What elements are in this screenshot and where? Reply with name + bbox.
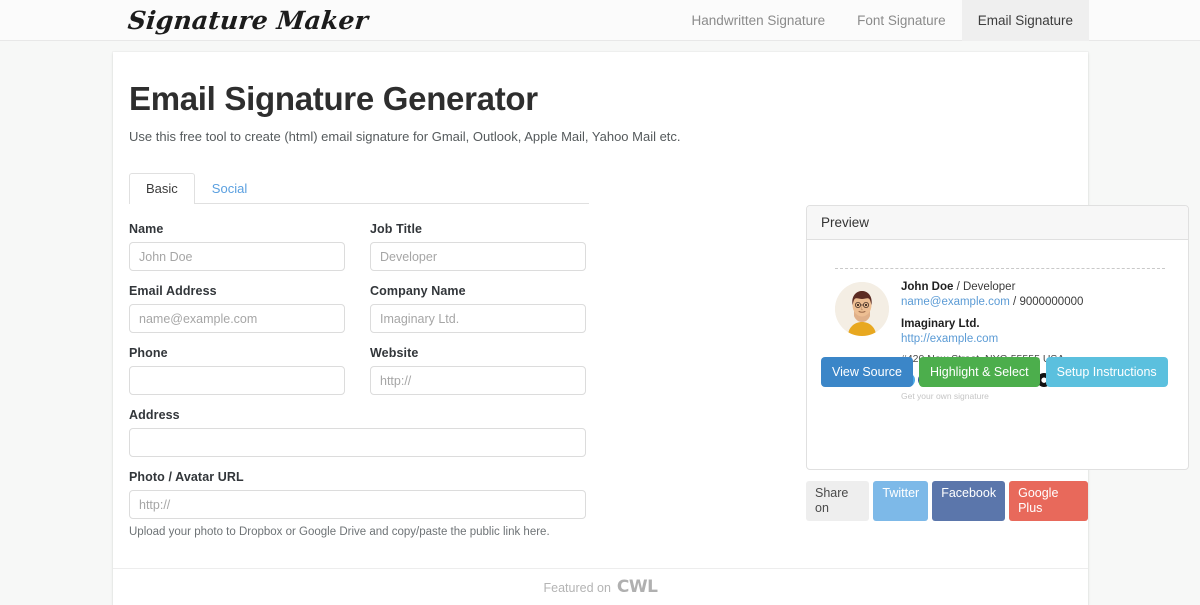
site-logo[interactable]: Signature Maker xyxy=(126,0,370,41)
signature-email-phone: name@example.com / 9000000000 xyxy=(901,295,1083,310)
signature-website-row: http://example.com xyxy=(901,332,1083,347)
signature-company: Imaginary Ltd. xyxy=(901,318,980,330)
label-email: Email Address xyxy=(129,284,217,298)
share-label: Share on xyxy=(806,481,870,521)
avatar xyxy=(835,282,889,336)
signature-name: John Doe xyxy=(901,281,954,293)
signature-job-title: Developer xyxy=(962,281,1016,293)
label-name: Name xyxy=(129,222,164,236)
label-photo-url: Photo / Avatar URL xyxy=(129,470,244,484)
view-source-button[interactable]: View Source xyxy=(821,357,913,387)
label-phone: Phone xyxy=(129,346,168,360)
main-nav: Handwritten Signature Font Signature Ema… xyxy=(676,0,1089,41)
field-job-title: Job Title xyxy=(370,222,586,271)
phone-input[interactable] xyxy=(129,366,345,395)
field-name: Name xyxy=(129,222,345,271)
signature-phone: 9000000000 xyxy=(1019,296,1084,308)
job-title-input[interactable] xyxy=(370,242,586,271)
share-google-plus-button[interactable]: Google Plus xyxy=(1009,481,1088,521)
setup-instructions-button[interactable]: Setup Instructions xyxy=(1045,357,1168,387)
signature-email-link[interactable]: name@example.com xyxy=(901,296,1010,308)
preview-panel-header: Preview xyxy=(807,206,1188,240)
signature-credit-text: Get your own signature xyxy=(901,391,989,401)
nav-item-handwritten-signature[interactable]: Handwritten Signature xyxy=(676,0,842,41)
signature-sep-2: / xyxy=(1009,296,1020,308)
top-navigation-bar: Signature Maker Handwritten Signature Fo… xyxy=(0,0,1200,41)
signature-divider xyxy=(835,268,1165,269)
signature-form: Name Job Title Email Address Company Nam… xyxy=(129,222,599,538)
tab-social[interactable]: Social xyxy=(195,173,264,204)
field-website: Website xyxy=(370,346,586,395)
share-twitter-button[interactable]: Twitter xyxy=(873,481,929,521)
form-row-1: Name Job Title xyxy=(129,222,599,284)
label-company: Company Name xyxy=(370,284,466,298)
field-email: Email Address xyxy=(129,284,345,333)
name-input[interactable] xyxy=(129,242,345,271)
signature-sep-1: / xyxy=(953,281,963,293)
signature-website-link[interactable]: http://example.com xyxy=(901,333,998,345)
preview-action-buttons: View Source Highlight & Select Setup Ins… xyxy=(821,357,1168,387)
cwl-logo: CWL xyxy=(616,577,658,597)
card-footer: Featured on CWL xyxy=(113,568,1088,605)
nav-item-email-signature[interactable]: Email Signature xyxy=(961,0,1089,41)
form-row-2: Email Address Company Name xyxy=(129,284,599,346)
address-input[interactable] xyxy=(129,428,586,457)
preview-panel: Preview John Doe / Developer name@exampl… xyxy=(806,205,1189,470)
label-job-title: Job Title xyxy=(370,222,423,236)
form-tabs: Basic Social xyxy=(129,173,589,204)
main-content-card: Email Signature Generator Use this free … xyxy=(113,52,1189,605)
signature-name-title: John Doe / Developer xyxy=(901,280,1083,295)
photo-url-input[interactable] xyxy=(129,490,586,519)
share-facebook-button[interactable]: Facebook xyxy=(932,481,1006,521)
field-address: Address xyxy=(129,408,586,457)
photo-help-text: Upload your photo to Dropbox or Google D… xyxy=(129,526,550,538)
company-input[interactable] xyxy=(370,304,586,333)
nav-item-font-signature[interactable]: Font Signature xyxy=(841,0,962,41)
featured-prefix: Featured on xyxy=(543,581,611,595)
field-company: Company Name xyxy=(370,284,586,333)
label-address: Address xyxy=(129,408,180,422)
share-row: Share on Twitter Facebook Google Plus xyxy=(806,481,1088,521)
field-phone: Phone xyxy=(129,346,345,395)
website-input[interactable] xyxy=(370,366,586,395)
page-title: Email Signature Generator xyxy=(129,80,538,117)
highlight-select-button[interactable]: Highlight & Select xyxy=(918,357,1040,387)
email-input[interactable] xyxy=(129,304,345,333)
page-subtitle: Use this free tool to create (html) emai… xyxy=(129,129,681,144)
label-website: Website xyxy=(370,346,419,360)
preview-panel-body: John Doe / Developer name@example.com / … xyxy=(807,240,1188,401)
field-photo-url: Photo / Avatar URL Upload your photo to … xyxy=(129,470,586,538)
featured-badge: Featured on CWL xyxy=(544,577,658,597)
form-row-3: Phone Website xyxy=(129,346,599,408)
tab-basic[interactable]: Basic xyxy=(129,173,195,204)
